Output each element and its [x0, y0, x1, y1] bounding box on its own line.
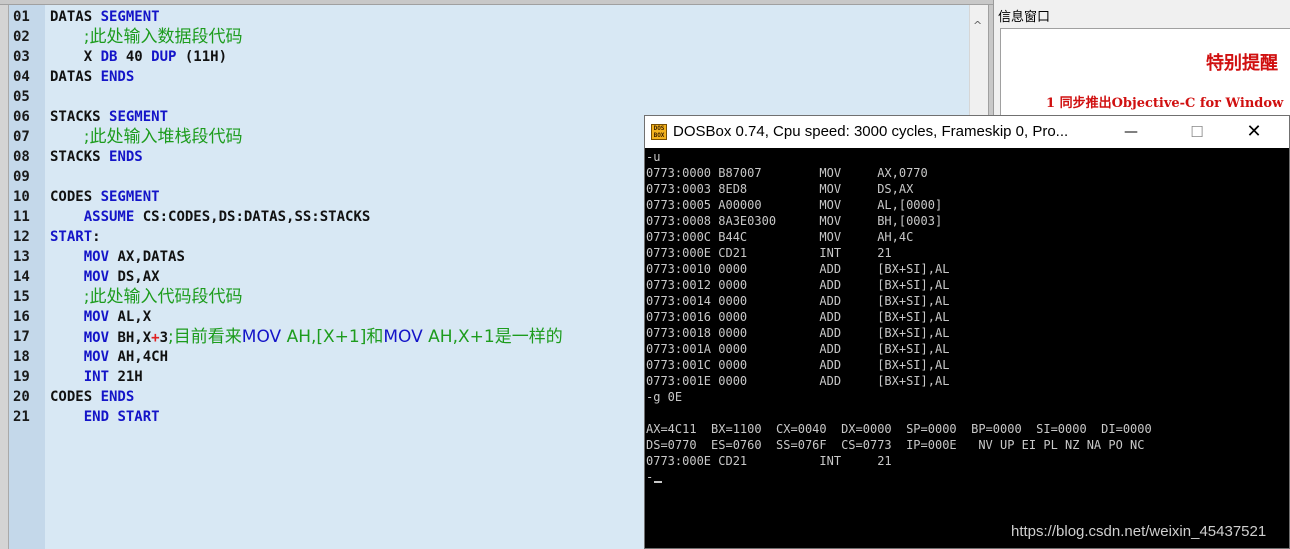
code-line[interactable]: MOV DS,AX	[50, 267, 160, 287]
code-line[interactable]: DATAS SEGMENT	[50, 7, 160, 27]
console-line: 0773:000E CD21 INT 21	[646, 454, 892, 468]
info-window-title: 信息窗口	[998, 10, 1051, 25]
console-line: 0773:001A 0000 ADD [BX+SI],AL	[646, 342, 950, 356]
code-line[interactable]: MOV AH,4CH	[50, 347, 168, 367]
line-number: 10	[13, 189, 30, 205]
line-number: 04	[13, 69, 30, 85]
line-number: 17	[13, 329, 30, 345]
line-number: 21	[13, 409, 30, 425]
code-line[interactable]: ;此处输入数据段代码	[50, 27, 243, 47]
console-line: AX=4C11 BX=1100 CX=0040 DX=0000 SP=0000 …	[646, 422, 1152, 436]
code-line[interactable]: ;此处输入堆栈段代码	[50, 127, 243, 147]
dosbox-logo-icon: DOS BOX	[651, 124, 667, 140]
info-heading: 特别提醒	[1206, 53, 1278, 74]
line-number: 15	[13, 289, 30, 305]
line-number: 11	[13, 209, 30, 225]
line-number: 19	[13, 369, 30, 385]
code-line[interactable]: ;此处输入代码段代码	[50, 287, 243, 307]
code-line[interactable]: X DB 40 DUP (11H)	[50, 47, 227, 67]
editor-left-border	[0, 5, 9, 549]
line-number: 01	[13, 9, 30, 25]
line-number: 13	[13, 249, 30, 265]
code-line[interactable]: END START	[50, 407, 160, 427]
code-line[interactable]: START:	[50, 227, 101, 247]
dosbox-titlebar[interactable]: DOS BOX DOSBox 0.74, Cpu speed: 3000 cyc…	[645, 116, 1289, 148]
line-number: 05	[13, 89, 30, 105]
code-line[interactable]: MOV BH,X+3;目前看来MOV AH,[X+1]和MOV AH,X+1是一…	[50, 327, 563, 347]
dosbox-window[interactable]: DOS BOX DOSBox 0.74, Cpu speed: 3000 cyc…	[644, 115, 1290, 549]
console-line: 0773:0003 8ED8 MOV DS,AX	[646, 182, 914, 196]
line-number: 02	[13, 29, 30, 45]
code-line[interactable]: INT 21H	[50, 367, 143, 387]
close-button[interactable]: ✕	[1231, 116, 1277, 148]
dosbox-title: DOSBox 0.74, Cpu speed: 3000 cycles, Fra…	[673, 123, 1069, 140]
console-line: 0773:001E 0000 ADD [BX+SI],AL	[646, 374, 950, 388]
info-item-link[interactable]: 1 同步推出Objective-C for Window	[1046, 92, 1283, 111]
line-number: 18	[13, 349, 30, 365]
console-line: 0773:0014 0000 ADD [BX+SI],AL	[646, 294, 950, 308]
watermark-url: https://blog.csdn.net/weixin_45437521	[1011, 523, 1267, 540]
line-number: 06	[13, 109, 30, 125]
console-line: 0773:000C B44C MOV AH,4C	[646, 230, 914, 244]
line-number: 09	[13, 169, 30, 185]
dosbox-console[interactable]: -u 0773:0000 B87007 MOV AX,0770 0773:0003 …	[645, 148, 1289, 548]
code-line[interactable]: MOV AX,DATAS	[50, 247, 185, 267]
console-line: -g 0E	[646, 390, 683, 404]
code-line[interactable]: STACKS SEGMENT	[50, 107, 168, 127]
line-number: 14	[13, 269, 30, 285]
code-line[interactable]: STACKS ENDS	[50, 147, 143, 167]
line-number: 07	[13, 129, 30, 145]
line-number: 16	[13, 309, 30, 325]
console-line: 0773:0010 0000 ADD [BX+SI],AL	[646, 262, 950, 276]
line-number: 08	[13, 149, 30, 165]
console-line: 0773:0000 B87007 MOV AX,0770	[646, 166, 928, 180]
minimize-button[interactable]: —	[1108, 116, 1154, 148]
code-line[interactable]: CODES ENDS	[50, 387, 134, 407]
line-number: 12	[13, 229, 30, 245]
console-line: 0773:001C 0000 ADD [BX+SI],AL	[646, 358, 950, 372]
console-line: DS=0770 ES=0760 SS=076F CS=0773 IP=000E …	[646, 438, 1145, 452]
console-line: 0773:0012 0000 ADD [BX+SI],AL	[646, 278, 950, 292]
desktop: ^ 01 DATAS SEGMENT 02 ;此处输入数据段代码 03 X DB 40…	[0, 0, 1290, 549]
scroll-up-arrow-icon[interactable]: ^	[973, 19, 982, 32]
console-line: 0773:0016 0000 ADD [BX+SI],AL	[646, 310, 950, 324]
code-line[interactable]: MOV AL,X	[50, 307, 151, 327]
console-line: -u	[646, 150, 661, 164]
line-number: 20	[13, 389, 30, 405]
code-line[interactable]: ASSUME CS:CODES,DS:DATAS,SS:STACKS	[50, 207, 371, 227]
console-line: 0773:0018 0000 ADD [BX+SI],AL	[646, 326, 950, 340]
console-line: -	[646, 469, 663, 485]
console-line: 0773:0005 A00000 MOV AL,[0000]	[646, 198, 943, 212]
console-line: 0773:0008 8A3E0300 MOV BH,[0003]	[646, 214, 943, 228]
console-line: 0773:000E CD21 INT 21	[646, 246, 892, 260]
code-line[interactable]: CODES SEGMENT	[50, 187, 160, 207]
line-number: 03	[13, 49, 30, 65]
code-line[interactable]: DATAS ENDS	[50, 67, 134, 87]
maximize-button[interactable]: ☐	[1174, 116, 1220, 148]
console-cursor	[654, 481, 663, 483]
